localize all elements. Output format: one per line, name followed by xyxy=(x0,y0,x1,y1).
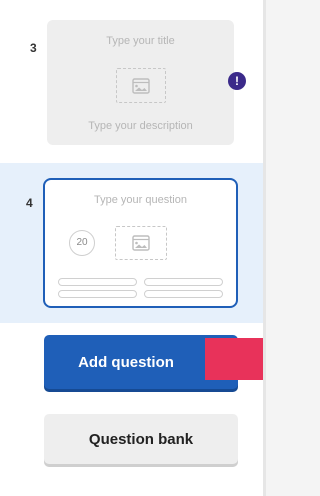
panel-edge xyxy=(263,0,266,496)
image-icon xyxy=(132,235,150,251)
exclamation-icon[interactable]: ! xyxy=(228,72,246,90)
slide-number: 3 xyxy=(30,41,37,55)
question-placeholder: Type your question xyxy=(94,194,187,206)
answer-option-placeholder xyxy=(58,278,137,286)
answer-option-placeholder xyxy=(144,278,223,286)
description-placeholder: Type your description xyxy=(88,120,193,132)
slide-thumbnail-question[interactable]: Type your question 20 xyxy=(43,178,238,308)
image-placeholder-box xyxy=(116,68,166,103)
pink-overlay-tab xyxy=(205,338,266,380)
answer-option-placeholder xyxy=(144,290,223,298)
answer-option-placeholder xyxy=(58,290,137,298)
title-placeholder: Type your title xyxy=(106,35,175,47)
slide-number: 4 xyxy=(26,196,33,210)
image-icon xyxy=(132,77,150,94)
slide-thumbnail-title[interactable]: Type your title Type your description xyxy=(47,20,234,145)
timer-placeholder: 20 xyxy=(69,230,95,256)
question-bank-button[interactable]: Question bank xyxy=(44,414,238,464)
slide-list-panel: 3 Type your title Type your description … xyxy=(0,0,266,496)
image-placeholder-box xyxy=(115,226,167,260)
